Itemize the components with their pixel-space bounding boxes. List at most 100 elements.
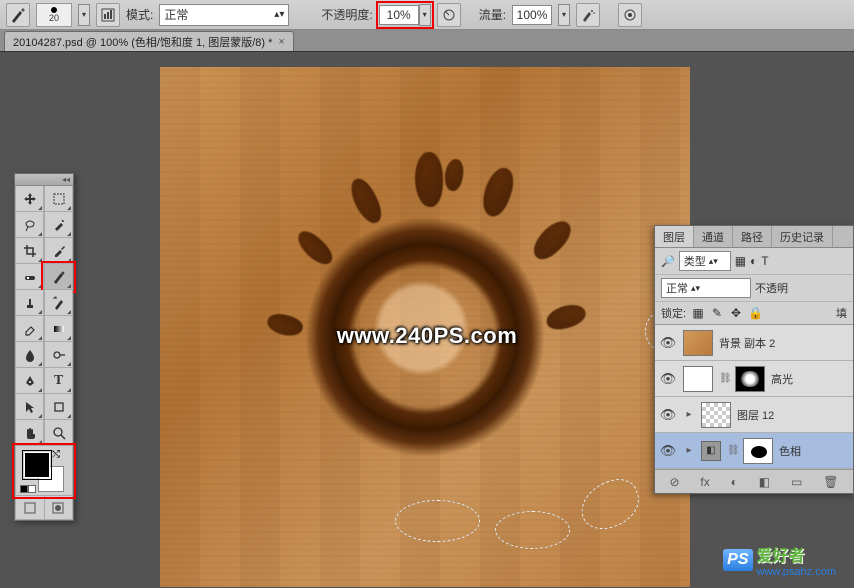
mode-label: 模式: <box>126 6 153 23</box>
link-icon: ⛓ <box>719 373 729 384</box>
quick-mask-row <box>15 496 73 520</box>
brush-preset-dropdown[interactable]: ▾ <box>78 4 90 26</box>
selection-marquee <box>395 500 480 542</box>
lasso-tool[interactable] <box>15 212 44 238</box>
filter-kind-icon: 🔎 <box>661 255 675 268</box>
brush-tool[interactable] <box>44 264 73 290</box>
layer-thumbnail[interactable] <box>683 366 713 392</box>
layer-row[interactable]: 👁 ▸ 图层 12 <box>655 397 853 433</box>
clone-stamp-tool[interactable] <box>15 290 44 316</box>
tab-history[interactable]: 历史记录 <box>772 226 833 247</box>
layer-blend-select[interactable]: 正常▴▾ <box>661 278 751 298</box>
magic-wand-tool[interactable] <box>44 212 73 238</box>
dodge-tool[interactable] <box>44 342 73 368</box>
zoom-tool[interactable] <box>44 420 73 446</box>
corner-watermark: PS 爱好者 www.psahz.com <box>723 542 836 578</box>
blend-mode-select[interactable]: 正常 ▴▾ <box>159 4 289 26</box>
lock-position-icon[interactable]: ✥ <box>729 306 743 320</box>
foreground-background-colors[interactable]: ⤭ <box>15 446 73 496</box>
layer-name: 高光 <box>771 371 793 387</box>
close-icon[interactable]: × <box>278 36 284 48</box>
flow-label: 流量: <box>479 6 506 23</box>
layer-name: 色相 <box>779 443 801 459</box>
flow-dropdown[interactable]: ▾ <box>558 4 570 26</box>
hand-tool[interactable] <box>15 420 44 446</box>
watermark-corner-text: 爱好者 <box>757 542 836 566</box>
quick-mask-mode-icon[interactable] <box>45 496 73 519</box>
layers-panel-footer: ⊘ fx ◐ ◧ ▭ 🗑 <box>655 469 853 493</box>
layer-row[interactable]: 👁 ⛓ 高光 <box>655 361 853 397</box>
brush-preset-picker[interactable]: 20 <box>36 3 72 27</box>
brush-size-value: 20 <box>49 13 59 23</box>
eraser-tool[interactable] <box>15 316 44 342</box>
current-tool-indicator[interactable] <box>6 3 30 27</box>
delete-layer-icon[interactable]: 🗑 <box>823 475 838 489</box>
fold-icon[interactable]: ▸ <box>683 409 695 420</box>
selection-marquee <box>495 511 570 549</box>
opacity-dropdown[interactable]: ▾ <box>419 4 431 26</box>
pressure-size-icon[interactable] <box>618 3 642 27</box>
tab-layers[interactable]: 图层 <box>655 226 694 247</box>
brush-panel-toggle-icon[interactable] <box>96 3 120 27</box>
layer-mask-thumbnail[interactable] <box>735 366 765 392</box>
history-brush-tool[interactable] <box>44 290 73 316</box>
healing-brush-tool[interactable] <box>15 264 44 290</box>
fill-label: 填 <box>836 305 847 321</box>
document-tab-bar: 20104287.psd @ 100% (色相/饱和度 1, 图层蒙版/8) *… <box>0 30 854 52</box>
gradient-tool[interactable] <box>44 316 73 342</box>
marquee-tool[interactable] <box>44 186 73 212</box>
layer-thumbnail[interactable] <box>683 330 713 356</box>
tab-paths[interactable]: 路径 <box>733 226 772 247</box>
document-canvas[interactable] <box>160 67 690 587</box>
type-tool[interactable]: T <box>44 368 73 394</box>
fx-icon[interactable]: fx <box>700 475 709 489</box>
layer-row[interactable]: 👁 背景 副本 2 <box>655 325 853 361</box>
visibility-eye-icon[interactable]: 👁 <box>659 371 677 387</box>
visibility-eye-icon[interactable]: 👁 <box>659 407 677 423</box>
layers-list: 👁 背景 副本 2 👁 ⛓ 高光 👁 ▸ 图层 12 👁 ▸ ◧ ⛓ 色相 <box>655 325 853 469</box>
crop-tool[interactable] <box>15 238 44 264</box>
new-adjustment-icon[interactable]: ◧ <box>759 475 770 489</box>
layer-type-filter-icons: ▦ ◐ T <box>735 254 769 268</box>
flow-input[interactable]: 100% <box>512 5 552 25</box>
standard-mode-icon[interactable] <box>16 496 45 519</box>
layer-mask-thumbnail[interactable] <box>743 438 773 464</box>
layer-filter-select[interactable]: 类型▴▾ <box>679 251 731 271</box>
pen-tool[interactable] <box>15 368 44 394</box>
opacity-input[interactable]: 10% <box>379 5 419 25</box>
adjustment-layer-icon[interactable]: ◧ <box>701 441 721 461</box>
tab-channels[interactable]: 通道 <box>694 226 733 247</box>
layer-row[interactable]: 👁 ▸ ◧ ⛓ 色相 <box>655 433 853 469</box>
link-layers-icon[interactable]: ⊘ <box>669 475 679 489</box>
lock-transparency-icon[interactable]: ▦ <box>691 306 705 320</box>
swap-colors-icon[interactable]: ⤭ <box>52 449 60 460</box>
lock-pixels-icon[interactable]: ✎ <box>710 306 724 320</box>
new-group-icon[interactable]: ▭ <box>791 475 802 489</box>
watermark-corner-url: www.psahz.com <box>757 566 836 578</box>
default-colors-icon[interactable] <box>20 485 36 493</box>
add-mask-icon[interactable]: ◐ <box>731 475 738 489</box>
blur-tool[interactable] <box>15 342 44 368</box>
fold-icon[interactable]: ▸ <box>683 445 695 456</box>
visibility-eye-icon[interactable]: 👁 <box>659 335 677 351</box>
opacity-control-highlight: 10% ▾ <box>379 4 431 26</box>
chevron-updown-icon: ▴▾ <box>274 9 284 20</box>
chevron-updown-icon: ▴▾ <box>691 283 700 294</box>
path-select-tool[interactable] <box>15 394 44 420</box>
type-filter-icon[interactable]: T <box>761 254 768 268</box>
lock-all-icon[interactable]: 🔒 <box>748 306 762 320</box>
document-tab[interactable]: 20104287.psd @ 100% (色相/饱和度 1, 图层蒙版/8) *… <box>4 31 294 51</box>
tools-panel-collapse[interactable]: ◂◂ <box>15 174 73 186</box>
layer-thumbnail[interactable] <box>701 402 731 428</box>
adjust-filter-icon[interactable]: ◐ <box>750 254 757 268</box>
layer-opacity-label: 不透明 <box>755 280 788 296</box>
chevron-updown-icon: ▴▾ <box>709 256 718 267</box>
eyedropper-tool[interactable] <box>44 238 73 264</box>
pixel-filter-icon[interactable]: ▦ <box>735 254 746 268</box>
shape-tool[interactable] <box>44 394 73 420</box>
move-tool[interactable] <box>15 186 44 212</box>
airbrush-icon[interactable] <box>576 3 600 27</box>
pressure-opacity-icon[interactable] <box>437 3 461 27</box>
visibility-eye-icon[interactable]: 👁 <box>659 443 677 459</box>
foreground-color-swatch[interactable] <box>24 452 50 478</box>
